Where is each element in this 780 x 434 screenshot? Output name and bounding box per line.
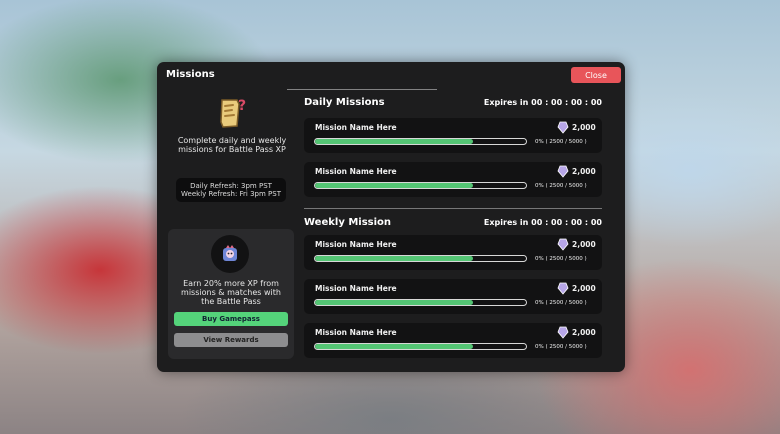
mission-progress-text: 0% ( 2500 / 5000 ) [535,183,587,189]
weekly-refresh-text: Weekly Refresh: Fri 3pm PST [181,190,281,198]
missions-window: Missions Close ? Complete daily and week… [157,62,625,372]
xp-crystal-icon [557,238,569,251]
view-rewards-button[interactable]: View Rewards [174,333,288,347]
mission-progress-text: 0% ( 2500 / 5000 ) [535,256,587,262]
mission-card: Mission Name Here 2,000 0% ( 2500 / 5000… [304,235,602,270]
xp-crystal-icon [557,326,569,339]
header-divider [287,89,437,90]
xp-crystal-icon [557,282,569,295]
daily-missions-title: Daily Missions [304,97,385,108]
mission-reward: 2,000 [572,284,596,293]
weekly-expires-timer: Expires in 00 : 00 : 00 : 00 [483,218,602,227]
mission-progress-fill [315,183,474,188]
gamepass-icon-frame [211,235,249,273]
mission-reward: 2,000 [572,328,596,337]
xp-crystal-icon [557,121,569,134]
battle-pass-icon [223,245,237,261]
mission-reward: 2,000 [572,240,596,249]
svg-text:?: ? [238,98,246,114]
gamepass-card: Earn 20% more XP from missions & matches… [168,229,294,359]
mission-progress-bar [314,343,527,350]
daily-expires-timer: Expires in 00 : 00 : 00 : 00 [483,98,602,107]
missions-scroll-icon: ? [220,98,246,128]
mission-card: Mission Name Here 2,000 0% ( 2500 / 5000… [304,323,602,358]
close-button[interactable]: Close [571,67,621,83]
buy-gamepass-button[interactable]: Buy Gamepass [174,312,288,326]
mission-card: Mission Name Here 2,000 0% ( 2500 / 5000… [304,118,602,153]
mission-progress-text: 0% ( 2500 / 5000 ) [535,139,587,145]
daily-section-header: Daily Missions Expires in 00 : 00 : 00 :… [304,97,602,111]
mission-progress-bar [314,182,527,189]
weekly-section-header: Weekly Mission Expires in 00 : 00 : 00 :… [304,217,602,231]
mission-name: Mission Name Here [315,240,397,249]
mission-name: Mission Name Here [315,167,397,176]
mission-progress-bar [314,299,527,306]
mission-progress-fill [315,139,474,144]
mission-progress-fill [315,256,474,261]
gamepass-description: Earn 20% more XP from missions & matches… [181,279,281,306]
mission-progress-text: 0% ( 2500 / 5000 ) [535,344,587,350]
window-title: Missions [166,69,215,80]
xp-crystal-icon [557,165,569,178]
daily-refresh-text: Daily Refresh: 3pm PST [190,182,272,190]
mission-progress-fill [315,300,474,305]
mission-reward: 2,000 [572,123,596,132]
missions-info-text: Complete daily and weekly missions for B… [177,136,287,154]
mission-progress-text: 0% ( 2500 / 5000 ) [535,300,587,306]
weekly-mission-title: Weekly Mission [304,217,392,228]
mission-name: Mission Name Here [315,284,397,293]
mission-card: Mission Name Here 2,000 0% ( 2500 / 5000… [304,279,602,314]
mission-reward: 2,000 [572,167,596,176]
section-divider [304,208,602,209]
mission-name: Mission Name Here [315,123,397,132]
mission-progress-bar [314,138,527,145]
mission-progress-bar [314,255,527,262]
mission-name: Mission Name Here [315,328,397,337]
mission-progress-fill [315,344,474,349]
mission-card: Mission Name Here 2,000 0% ( 2500 / 5000… [304,162,602,197]
refresh-info: Daily Refresh: 3pm PST Weekly Refresh: F… [176,178,286,202]
